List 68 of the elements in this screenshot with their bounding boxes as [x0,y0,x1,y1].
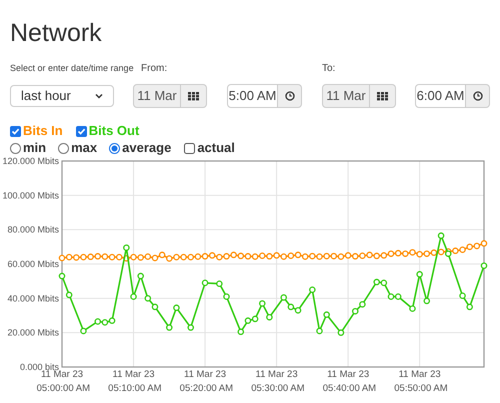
checkbox[interactable] [184,142,196,154]
checkbox[interactable] [10,126,21,136]
data-point [166,324,173,331]
mode-label[interactable]: actual [197,138,235,158]
time-field[interactable]: 5:00 AM [227,84,278,108]
data-point [338,329,344,336]
data-point [459,292,466,299]
data-point [223,293,230,300]
data-point [323,311,330,318]
y-axis-label: 80.000 Mbits [7,224,59,235]
data-point [130,293,137,300]
radio-button[interactable] [10,142,21,154]
page-title: Network [10,18,103,48]
data-point [316,328,323,334]
chevron-down-icon [95,93,103,99]
data-point [123,244,130,251]
x-axis-label: 11 Mar 23 05:50:00 AM [394,369,448,394]
data-point [280,294,287,301]
calendar-icon [188,92,199,100]
x-axis-label: 11 Mar 23 05:30:00 AM [251,369,305,394]
checkbox[interactable] [76,126,87,136]
data-point [424,298,430,304]
data-point [144,295,152,302]
data-point [137,272,144,280]
radio-button[interactable] [109,142,120,154]
data-point [238,328,244,336]
clock-button[interactable] [278,84,302,108]
clock-icon [472,91,482,101]
y-axis-label: 20.000 Mbits [7,328,59,338]
data-point [480,262,488,269]
clock-button[interactable] [466,84,490,108]
data-point [188,324,194,331]
mode-label[interactable]: max [71,138,98,158]
clock-icon [284,91,294,101]
x-axis-label: 11 Mar 23 05:40:00 AM [322,369,376,394]
calendar-button[interactable] [181,84,207,108]
data-point [216,280,223,287]
calendar-icon [377,92,388,100]
range-select[interactable]: last hour [10,85,114,107]
data-point [416,271,423,278]
data-point [202,280,208,286]
data-point [466,304,473,310]
data-point [259,300,266,307]
data-point [152,304,158,310]
from-label: From: [141,63,168,74]
y-axis-label: 40.000 Mbits [7,293,59,304]
y-axis-label: 100.000 Mbits [2,190,59,200]
y-axis-label: 60.000 Mbits [7,259,59,269]
radio-button[interactable] [58,142,70,154]
x-axis-label: 11 Mar 23 05:20:00 AM [180,369,234,394]
data-point [66,292,72,298]
to-label: To: [322,63,336,74]
data-point [438,232,444,239]
calendar-button[interactable] [370,84,396,108]
data-point [80,328,87,334]
mode-label[interactable]: average [122,138,172,158]
y-axis-label: 120.000 Mbits [2,156,59,166]
data-point [266,314,273,320]
data-point [173,304,180,312]
time-field[interactable]: 6:00 AM [415,84,466,108]
x-axis-label: 11 Mar 23 05:10:00 AM [108,369,162,394]
mode-label[interactable]: min [23,138,46,158]
x-axis-label: 11 Mar 23 05:00:00 AM [36,369,90,394]
y-axis-label: 0.000 bits [20,362,59,372]
data-point [409,305,416,312]
data-point [309,286,316,293]
data-point [58,272,66,280]
range-label: Select or enter date/time range [10,63,134,73]
